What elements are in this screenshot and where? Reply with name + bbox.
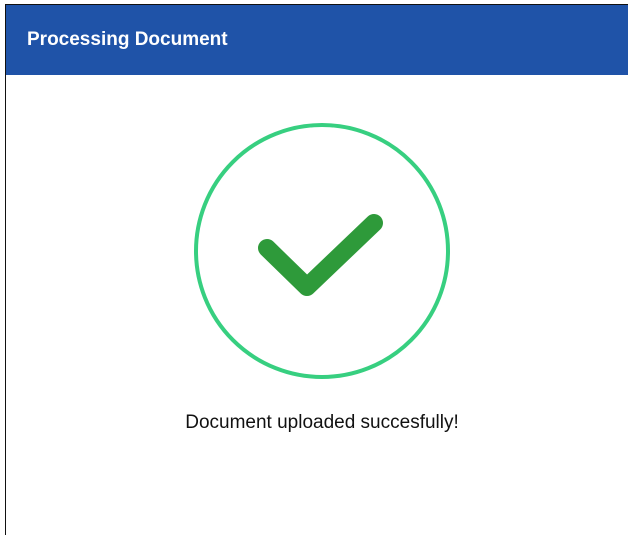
checkmark-icon (258, 214, 383, 296)
upload-success-message: Document uploaded succesfully! (185, 412, 459, 433)
dialog-header: Processing Document (6, 5, 628, 75)
dialog-title: Processing Document (27, 29, 228, 50)
processing-dialog: Processing Document Document uploaded su… (5, 4, 628, 535)
checkmark-circle-icon (194, 123, 450, 379)
success-circle (194, 123, 450, 379)
